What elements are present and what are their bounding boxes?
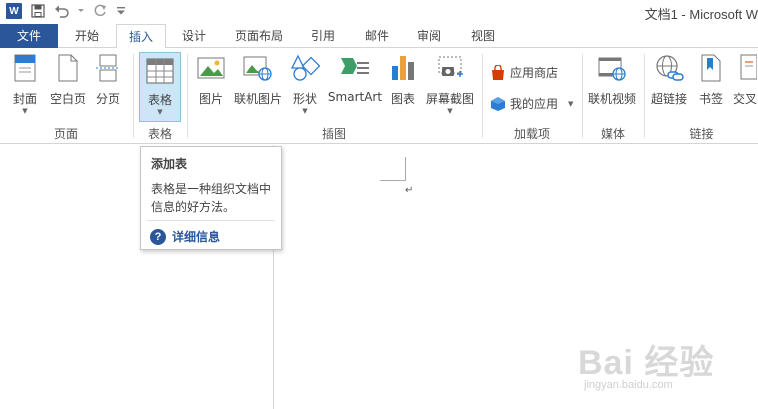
apps-icon [491,96,505,111]
quick-access-toolbar: W [6,3,126,19]
tab-file[interactable]: 文件 [0,24,58,48]
app-store-button[interactable]: 应用商店 [490,64,558,81]
tab-references[interactable]: 引用 [300,24,346,48]
chart-button[interactable]: 图表 [388,52,418,107]
window-title: 文档1 - Microsoft W [644,7,758,22]
tab-home[interactable]: 开始 [62,24,112,48]
tab-review[interactable]: 审阅 [406,24,452,48]
cross-reference-label: 交叉 [732,92,757,106]
watermark: Bai 经验 jingyan.baidu.com [578,335,754,405]
app-store-label: 应用商店 [510,66,559,80]
chart-icon [387,52,419,84]
group-label-illustrations: 插图 [321,127,346,141]
tooltip-title: 添加表 [151,157,188,171]
redo-icon[interactable] [92,3,108,19]
title-bar: W 文档1 - Microsoft W [0,0,758,24]
hyperlink-label: 超链接 [650,92,687,106]
smartart-label: SmartArt [327,90,383,104]
blank-page-icon [52,52,84,84]
blank-page-button[interactable]: 空白页 [46,52,90,107]
tooltip-more-info-link[interactable]: ? 详细信息 [150,228,220,245]
group-label-media: 媒体 [600,127,625,141]
hyperlink-icon [653,52,685,84]
group-label-links: 链接 [689,127,714,141]
save-icon[interactable] [30,3,46,19]
hyperlink-button[interactable]: 超链接 [650,52,688,107]
margin-corner-mark [380,157,406,181]
group-label-tables: 表格 [147,127,172,141]
tab-page-layout[interactable]: 页面布局 [224,24,294,48]
cover-page-icon [9,52,41,84]
table-icon [144,55,176,87]
tab-insert[interactable]: 插入 [116,24,166,49]
online-video-icon [596,52,628,84]
cross-reference-button[interactable]: 交叉 [732,52,758,107]
screenshot-button[interactable]: 屏幕截图 ▼ [424,52,476,116]
undo-dropdown-icon[interactable] [78,3,84,19]
page-break-icon [92,52,124,84]
picture-button[interactable]: 图片 [194,52,228,107]
online-video-label: 联机视频 [587,92,636,106]
online-picture-button[interactable]: 联机图片 [233,52,283,107]
bookmark-button[interactable]: 书签 [694,52,728,107]
page-break-label: 分页 [95,92,120,106]
ribbon-tabs: 文件 开始 插入 设计 页面布局 引用 邮件 审阅 视图 [0,24,758,49]
tab-design[interactable]: 设计 [170,24,218,48]
chevron-down-icon: ▼ [447,107,453,115]
smartart-button[interactable]: SmartArt [327,52,383,104]
bookmark-label: 书签 [698,92,723,106]
cover-page-label: 封面 [12,92,37,106]
shapes-icon [289,52,321,84]
tab-mailings[interactable]: 邮件 [354,24,400,48]
screenshot-icon [434,52,466,84]
bookmark-icon [695,52,727,84]
table-label: 表格 [147,93,172,107]
ribbon: 封面 ▼ 空白页 分页 页面 表格 ▼ 表格 图片 联机图片 形状 ▼ Smar… [0,48,758,144]
shapes-button[interactable]: 形状 ▼ [288,52,322,116]
group-label-pages: 页面 [53,127,78,141]
screenshot-label: 屏幕截图 [425,92,474,106]
undo-icon[interactable] [54,3,70,19]
picture-icon [195,52,227,84]
table-tooltip: 添加表 表格是一种组织文档中信息的好方法。 ? 详细信息 [140,146,282,250]
chevron-down-icon: ▼ [22,107,28,115]
shapes-label: 形状 [292,92,317,106]
blank-page-label: 空白页 [49,92,86,106]
watermark-logo: Bai 经验 [578,344,715,382]
picture-label: 图片 [198,92,223,106]
my-apps-button[interactable]: 我的应用 ▼ [490,95,573,112]
watermark-url: jingyan.baidu.com [584,379,673,391]
tooltip-more-label: 详细信息 [172,230,221,244]
customize-icon[interactable] [116,3,126,19]
tooltip-body: 表格是一种组织文档中信息的好方法。 [151,182,272,214]
chevron-down-icon: ▼ [302,107,308,115]
chevron-down-icon: ▼ [157,108,163,116]
cover-page-button[interactable]: 封面 ▼ [8,52,42,116]
page-break-button[interactable]: 分页 [92,52,124,107]
smartart-icon [339,52,371,84]
my-apps-label: 我的应用 [510,97,559,111]
online-video-button[interactable]: 联机视频 [586,52,638,107]
online-picture-icon [242,52,274,84]
cross-reference-icon [732,52,758,84]
help-icon: ? [150,228,166,245]
store-icon [492,64,504,80]
chart-label: 图表 [390,92,415,106]
group-label-addins: 加载项 [513,127,550,141]
word-logo-icon[interactable]: W [6,3,22,19]
paragraph-mark: ↵ [405,185,414,196]
chevron-down-icon: ▼ [568,99,574,108]
online-picture-label: 联机图片 [233,92,282,106]
table-button[interactable]: 表格 ▼ [139,52,181,122]
tab-view[interactable]: 视图 [460,24,506,48]
tooltip-divider [147,220,275,221]
